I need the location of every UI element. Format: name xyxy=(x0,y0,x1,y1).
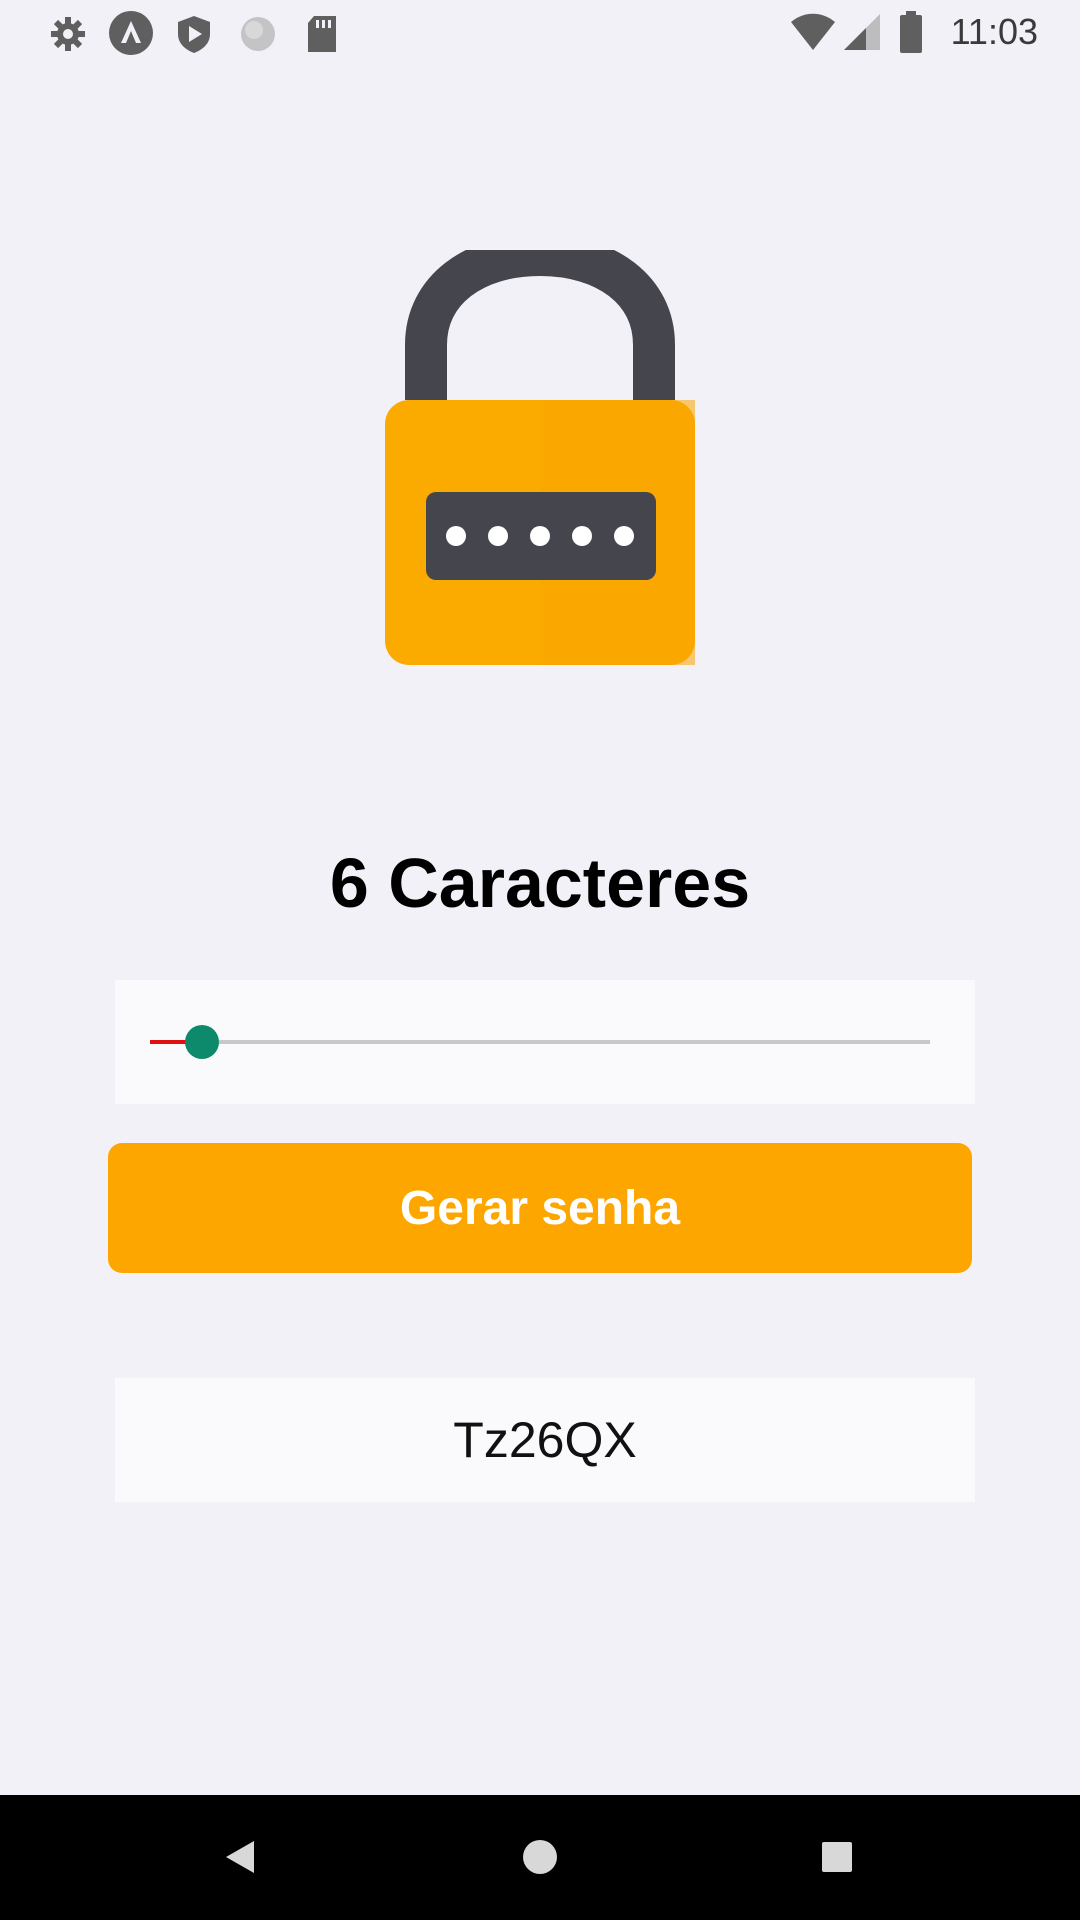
wifi-icon xyxy=(791,13,835,50)
recents-icon[interactable] xyxy=(797,1817,877,1897)
character-count-title: 6 Caracteres xyxy=(329,844,751,922)
back-icon[interactable] xyxy=(200,1817,280,1897)
padlock-icon xyxy=(385,250,695,665)
battery-icon xyxy=(900,11,922,53)
generate-password-button[interactable]: Gerar senha xyxy=(108,1143,972,1273)
cell-signal-icon xyxy=(844,14,880,50)
home-icon[interactable] xyxy=(500,1817,580,1897)
slider-thumb[interactable] xyxy=(185,1025,219,1059)
sd-card-icon xyxy=(308,16,336,52)
app-screen: 11:03 6 Caracteres Gerar senha Tz26QX xyxy=(0,0,1080,1920)
app-a-icon xyxy=(109,11,153,55)
length-slider-card xyxy=(115,980,975,1104)
gear-icon xyxy=(51,17,85,51)
generated-password[interactable]: Tz26QX xyxy=(115,1378,975,1502)
circle-icon xyxy=(241,17,275,51)
shield-play-icon xyxy=(178,16,210,53)
status-bar: 11:03 xyxy=(0,0,1080,66)
length-slider[interactable] xyxy=(150,1025,930,1059)
status-time: 11:03 xyxy=(950,11,1038,52)
navigation-bar xyxy=(0,1795,1080,1920)
